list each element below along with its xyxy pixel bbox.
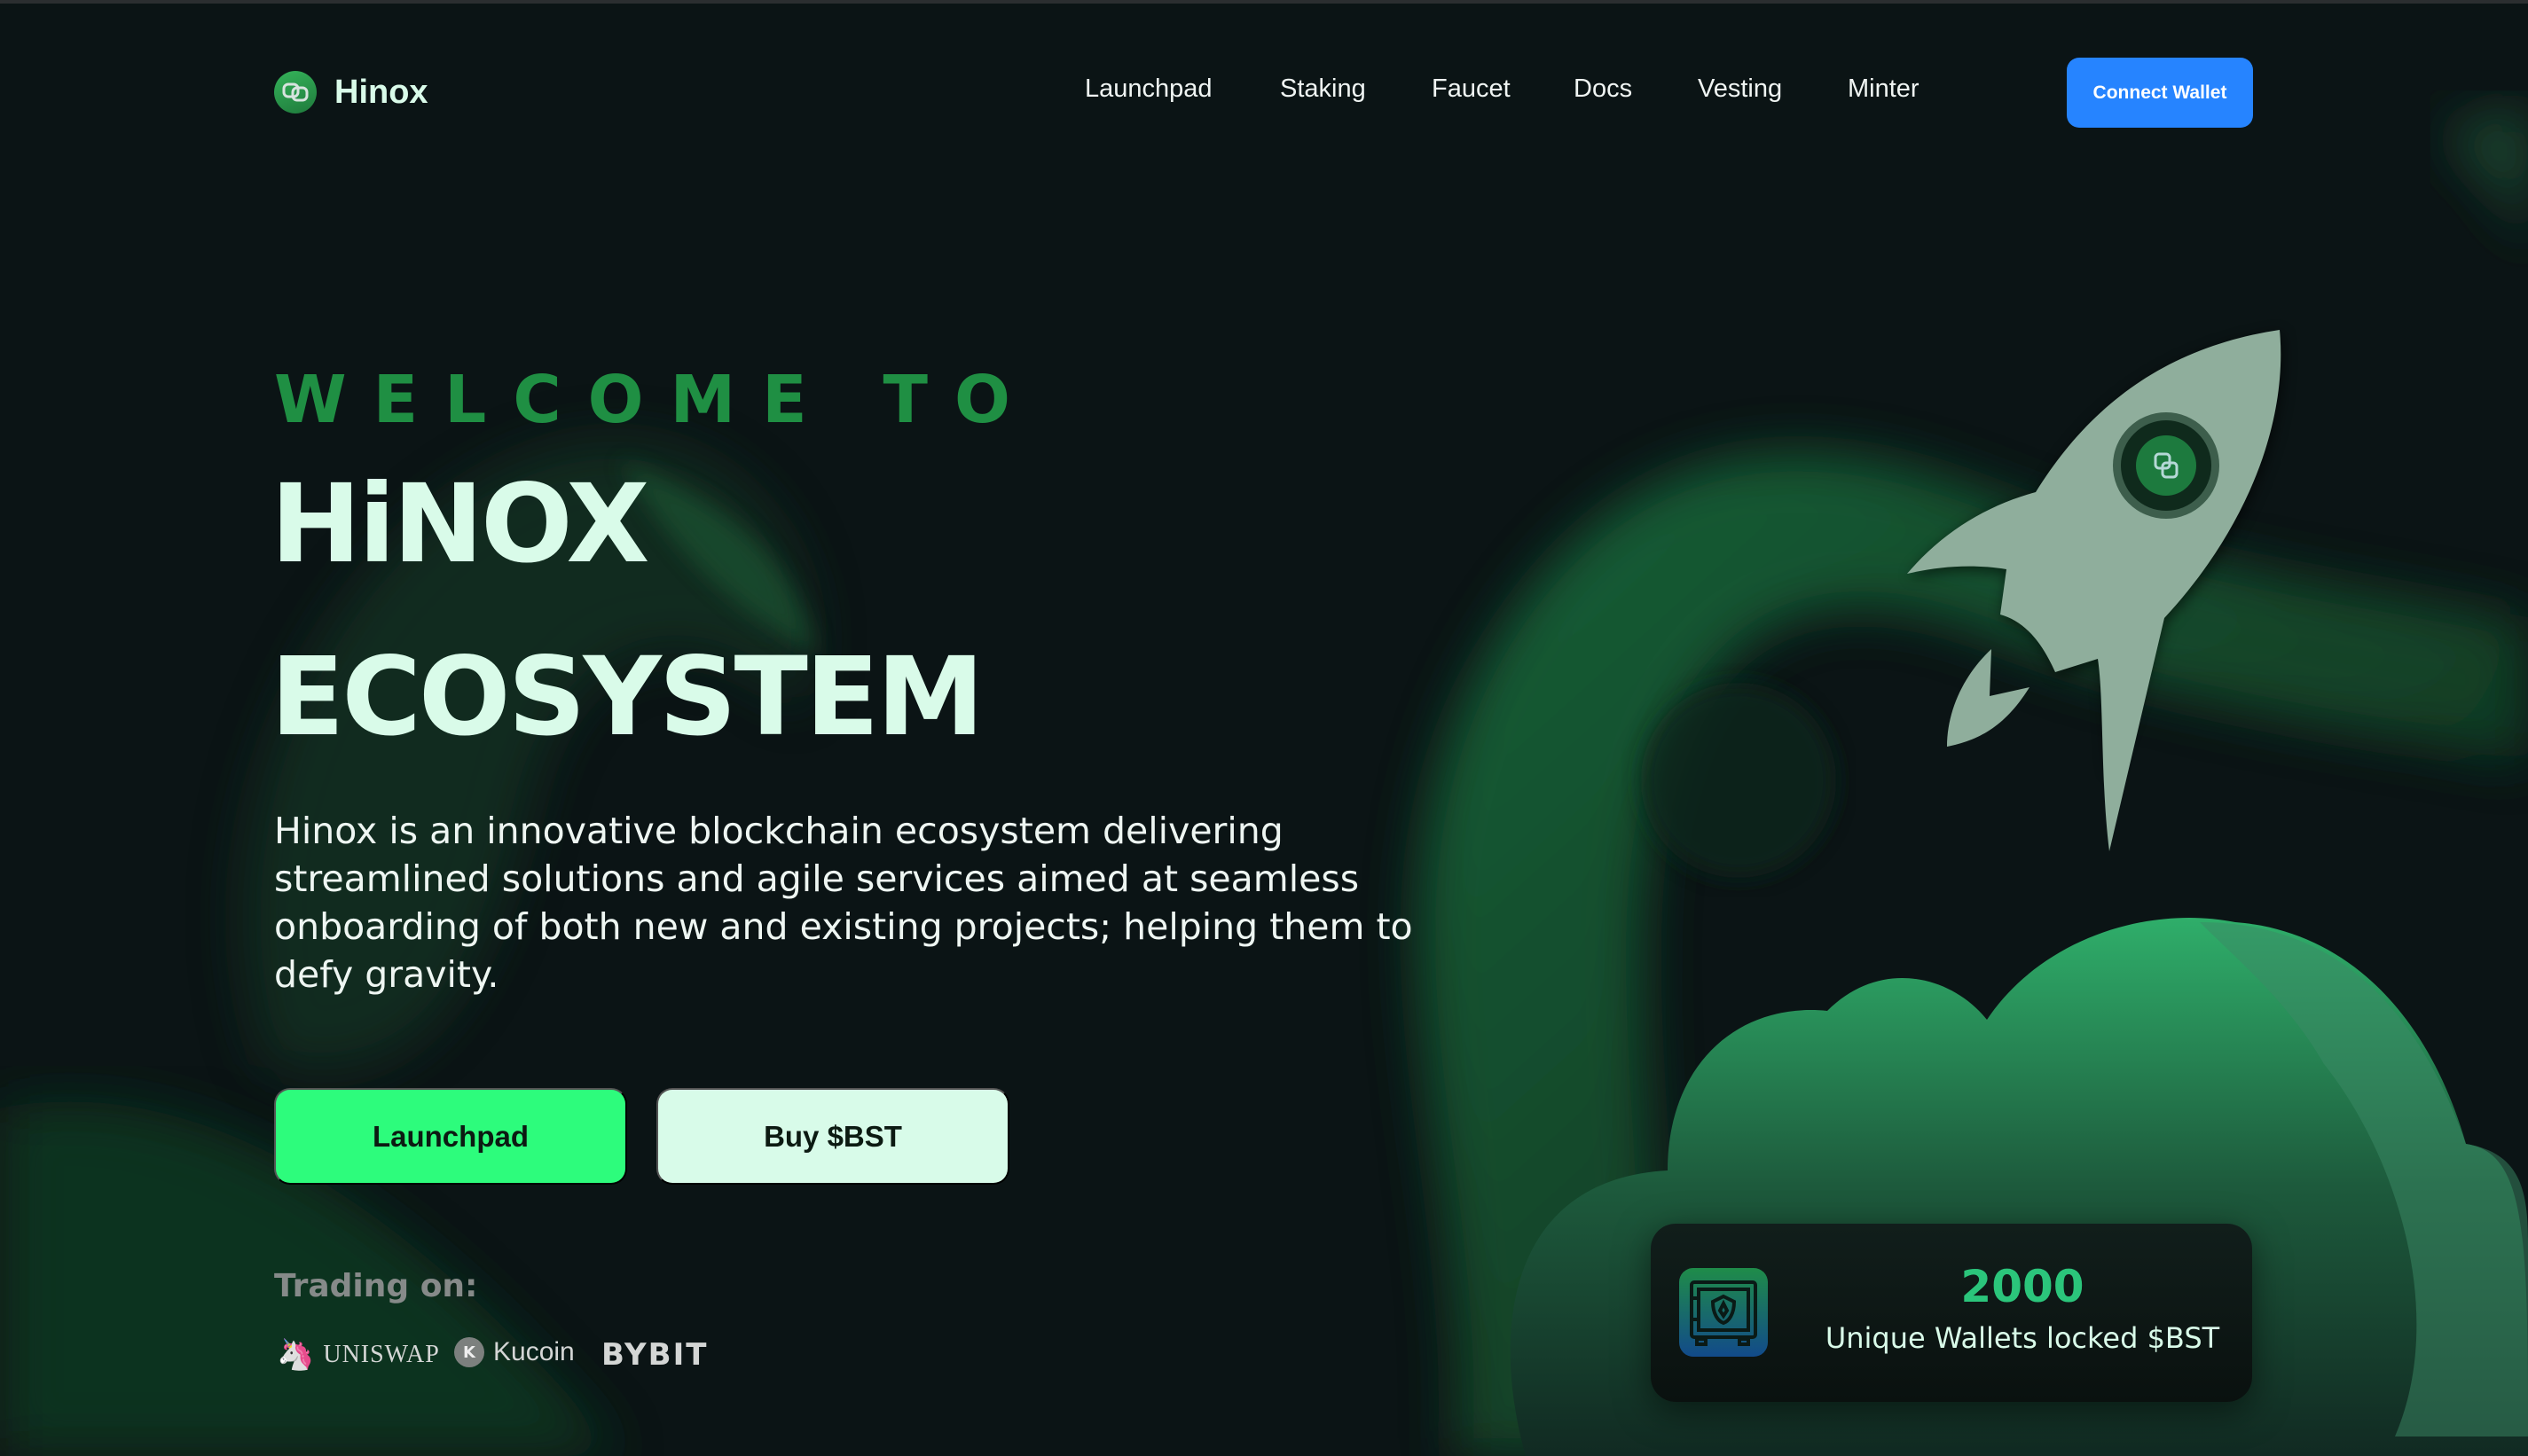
exchange-name: UNISWAP [323, 1341, 440, 1368]
connect-wallet-button[interactable]: Connect Wallet [2067, 58, 2253, 128]
hero-description: Hinox is an innovative blockchain ecosys… [274, 810, 1413, 996]
safe-icon [1679, 1268, 1768, 1357]
stat-label: Unique Wallets locked $BST [1825, 1321, 2220, 1355]
nav-docs[interactable]: Docs [1574, 74, 1632, 104]
linked-chain-icon [274, 71, 317, 114]
nav-minter[interactable]: Minter [1848, 74, 1920, 104]
exchange-name: Kucoin [493, 1337, 575, 1366]
nav-launchpad[interactable]: Launchpad [1085, 74, 1213, 104]
stat-card: 2000 Unique Wallets locked $BST [1651, 1224, 2252, 1402]
window-top-border [0, 0, 2528, 4]
nav-vesting[interactable]: Vesting [1698, 74, 1782, 104]
exchange-name: BYBIT [601, 1337, 709, 1373]
exchange-kucoin[interactable]: K Kucoin [454, 1337, 575, 1367]
hero-title-line1: HiNOX [271, 461, 649, 587]
trading-on-label: Trading on: [274, 1268, 478, 1304]
launchpad-button[interactable]: Launchpad [274, 1088, 627, 1185]
brand-logo[interactable]: Hinox [274, 71, 428, 114]
nav-staking[interactable]: Staking [1280, 74, 1366, 104]
stat-value: 2000 [1960, 1261, 2084, 1312]
unicorn-icon: 🦄 [277, 1337, 315, 1373]
kucoin-icon: K [454, 1337, 484, 1367]
buy-bst-button[interactable]: Buy $BST [656, 1088, 1009, 1185]
welcome-heading: WELCOME TO [274, 362, 1037, 438]
exchange-bybit[interactable]: BYBIT [601, 1337, 708, 1373]
hero-title-line2: ECOSYSTEM [271, 634, 985, 760]
exchange-uniswap[interactable]: 🦄 UNISWAP [277, 1337, 440, 1373]
brand-name: Hinox [334, 73, 428, 111]
nav-faucet[interactable]: Faucet [1432, 74, 1511, 104]
